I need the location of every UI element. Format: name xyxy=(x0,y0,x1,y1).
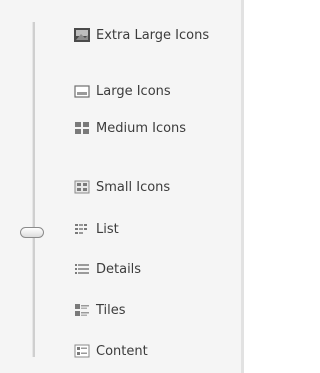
menu-item-label: Small Icons xyxy=(96,179,171,195)
menu-item-label: Content xyxy=(96,343,148,359)
tiles-view-icon xyxy=(73,302,91,318)
view-size-menu: Extra Large Icons Large Icons Medium Ico… xyxy=(0,0,244,373)
large-icons-icon xyxy=(73,83,91,99)
details-view-icon xyxy=(73,261,91,277)
menu-item-list[interactable]: List xyxy=(73,218,119,240)
content-view-icon xyxy=(73,343,91,359)
menu-item-content[interactable]: Content xyxy=(73,340,148,362)
menu-item-label: Large Icons xyxy=(96,83,171,99)
small-icons-icon xyxy=(73,179,91,195)
menu-item-small-icons[interactable]: Small Icons xyxy=(73,176,170,198)
menu-item-tiles[interactable]: Tiles xyxy=(73,299,126,321)
menu-item-large-icons[interactable]: Large Icons xyxy=(73,80,171,102)
view-slider-track[interactable] xyxy=(32,22,35,357)
menu-item-label: List xyxy=(96,221,119,237)
list-view-icon xyxy=(73,221,91,237)
menu-item-medium-icons[interactable]: Medium Icons xyxy=(73,117,186,139)
menu-item-label: Tiles xyxy=(96,302,126,318)
menu-item-label: Details xyxy=(96,261,142,277)
menu-item-label: Extra Large Icons xyxy=(96,27,210,43)
menu-item-extra-large-icons[interactable]: Extra Large Icons xyxy=(73,24,209,46)
medium-icons-icon xyxy=(73,120,91,136)
view-slider-thumb[interactable] xyxy=(20,227,44,238)
extra-large-icons-icon xyxy=(73,27,91,43)
menu-item-label: Medium Icons xyxy=(96,120,187,136)
menu-item-details[interactable]: Details xyxy=(73,258,141,280)
